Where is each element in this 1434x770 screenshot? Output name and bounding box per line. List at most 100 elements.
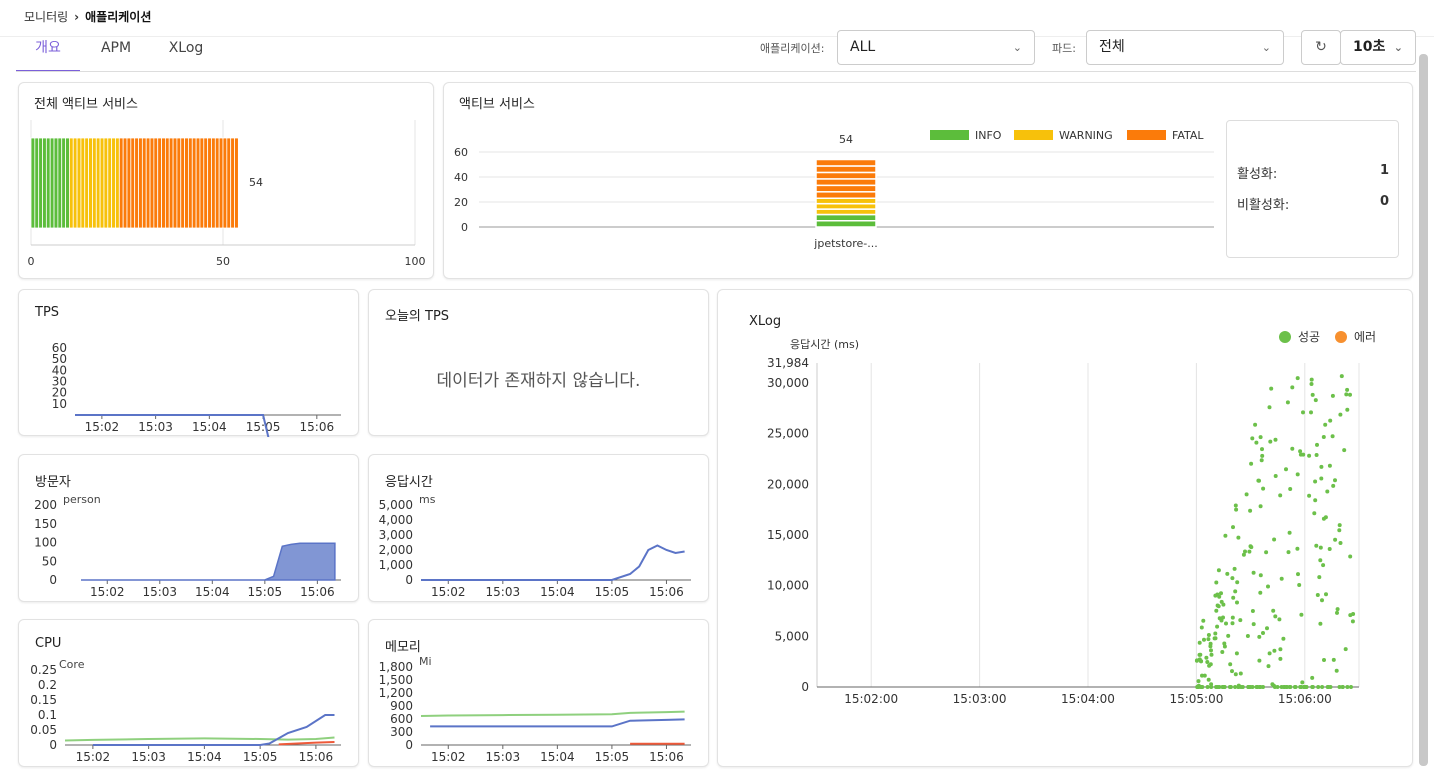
fatal-bar-segment	[195, 137, 201, 229]
x-tick-label: 15:02	[431, 585, 466, 599]
xlog-point	[1222, 644, 1227, 649]
xlog-point	[1304, 685, 1309, 689]
tab-overview[interactable]: 개요	[16, 38, 80, 72]
warning-stack-segment	[815, 208, 877, 216]
x-tick-label: 15:02	[90, 585, 125, 599]
info-bar-segment	[30, 137, 36, 229]
tab-xlog[interactable]: XLog	[166, 38, 206, 72]
xlog-point	[1278, 656, 1283, 661]
xlog-point	[1214, 685, 1219, 689]
y-tick-label: 0	[801, 680, 809, 694]
xlog-point	[1318, 545, 1323, 550]
xlog-point	[1234, 651, 1239, 656]
xlog-point	[1250, 609, 1255, 613]
x-tick-label: 15:02	[431, 750, 466, 764]
y-tick-label: 300	[390, 725, 413, 739]
xlog-point	[1290, 446, 1295, 451]
x-tick-label: 15:03	[131, 750, 166, 764]
tab-apm[interactable]: APM	[96, 38, 136, 72]
warning-bar-segment	[80, 137, 86, 229]
info-bar-segment	[57, 137, 63, 229]
fatal-bar-segment	[184, 137, 189, 229]
xlog-point	[1248, 685, 1253, 689]
xlog-point	[1338, 541, 1343, 545]
tab-divider	[16, 71, 1416, 72]
unit-label: ms	[419, 493, 436, 506]
xlog-point	[1321, 435, 1326, 439]
xlog-point	[1233, 672, 1238, 677]
app-select[interactable]: ALL ⌄	[837, 30, 1035, 65]
xlog-point	[1219, 591, 1223, 596]
y-tick-label: 600	[390, 712, 413, 726]
x-tick-label: 15:05	[595, 750, 630, 764]
active-service-chart: INFO WARNING FATAL 60 40 20 0 54 jpetsto…	[454, 129, 1214, 250]
pod-filter-label: 파드:	[1052, 42, 1076, 55]
xlog-point	[1271, 683, 1276, 688]
xlog-point	[1254, 685, 1259, 689]
fatal-bar-segment	[157, 137, 162, 229]
xlog-point	[1301, 452, 1306, 457]
xlog-point	[1233, 589, 1238, 594]
xlog-point	[1204, 655, 1209, 660]
y-tick-label: 0	[461, 221, 468, 234]
xlog-point	[1309, 377, 1314, 382]
warning-bar-segment	[115, 137, 120, 229]
xlog-point	[1348, 392, 1352, 397]
fatal-bar-segment	[211, 137, 216, 229]
series-line	[278, 741, 335, 746]
xlog-point	[1248, 544, 1253, 549]
y-tick-label: 0.1	[38, 708, 57, 722]
fatal-bar-segment	[172, 137, 178, 229]
xlog-point	[1267, 651, 1272, 656]
x-category-label[interactable]: jpetstore-...	[813, 237, 877, 250]
unit-label: Mi	[419, 655, 432, 668]
xlog-point	[1235, 580, 1240, 585]
y-tick-label: 30,000	[767, 376, 809, 390]
inactive-count-value: 0	[1379, 194, 1389, 209]
xlog-point	[1319, 476, 1324, 481]
fatal-stack-segment	[815, 158, 877, 167]
fatal-bar-segment	[118, 137, 124, 229]
xlog-chart[interactable]: XLog 응답시간 (ms) 성공 에러 31,984 30,000 25,000 20,00…	[718, 290, 1414, 768]
refresh-button[interactable]: ↻	[1301, 30, 1341, 65]
xlog-point	[1328, 418, 1333, 423]
xlog-point	[1286, 550, 1291, 555]
warning-bar-segment	[76, 137, 82, 229]
legend-info-label[interactable]: INFO	[975, 129, 1002, 142]
xlog-point	[1231, 595, 1236, 600]
legend-warning-label[interactable]: WARNING	[1059, 129, 1113, 142]
xlog-point	[1307, 493, 1312, 498]
xlog-point	[1199, 625, 1204, 630]
x-tick-label: 15:02	[76, 750, 111, 764]
xlog-point	[1248, 508, 1253, 513]
xlog-point	[1333, 537, 1338, 542]
y-tick-label: 0	[405, 738, 413, 752]
warning-stack-segment	[815, 202, 877, 210]
xlog-point	[1292, 685, 1297, 689]
x-tick-label: 15:03:00	[953, 692, 1007, 706]
page-scrollbar[interactable]	[1419, 54, 1428, 766]
fatal-stack-segment	[815, 165, 877, 174]
xlog-point	[1350, 619, 1355, 624]
y-tick-label: 1,000	[379, 558, 413, 572]
xlog-point	[1337, 523, 1342, 528]
xlog-point	[1241, 552, 1246, 557]
xlog-point	[1310, 685, 1315, 689]
legend-fatal-label[interactable]: FATAL	[1172, 129, 1204, 142]
y-tick-label: 0.25	[30, 663, 57, 677]
info-stack-segment	[815, 213, 877, 222]
response-time-card: 응답시간 ms 5,000 4,000 3,000 2,000 1,000 0 15:02 15…	[368, 454, 709, 602]
xlog-point	[1269, 386, 1274, 391]
xlog-point	[1226, 633, 1231, 638]
x-tick-label: 50	[216, 255, 230, 268]
xlog-point	[1206, 633, 1211, 637]
y-tick-label: 25,000	[767, 427, 809, 441]
xlog-point	[1331, 483, 1336, 488]
breadcrumb-parent[interactable]: 모니터링	[24, 10, 68, 24]
interval-select[interactable]: 10초 ⌄	[1340, 30, 1416, 65]
xlog-point	[1197, 640, 1202, 645]
xlog-point	[1261, 685, 1265, 689]
xlog-point	[1209, 648, 1213, 653]
xlog-point	[1273, 474, 1278, 478]
pod-select[interactable]: 전체 ⌄	[1086, 30, 1284, 65]
